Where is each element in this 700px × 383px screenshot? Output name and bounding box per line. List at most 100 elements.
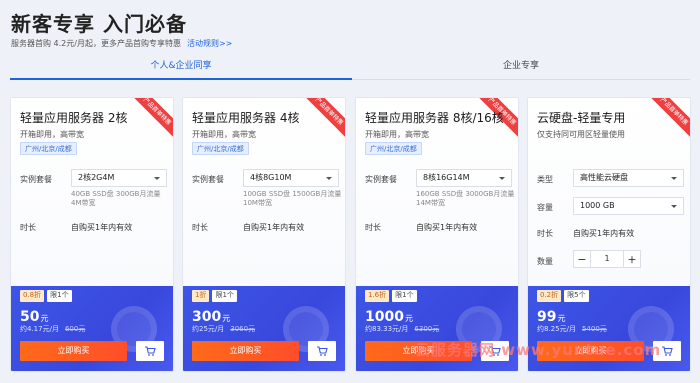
discount-badge: 1折: [192, 290, 210, 302]
discount-badge: 1.6折: [365, 290, 390, 302]
increment-button[interactable]: +: [623, 250, 641, 268]
card-desc: 仅支持同可用区轻量使用: [537, 130, 625, 139]
limit-badge: 限1个: [392, 290, 417, 302]
chevron-down-icon: [671, 205, 677, 208]
duration-label: 时长: [20, 223, 36, 232]
type-select-value: 高性能云硬盘: [580, 173, 628, 182]
price: 1000元: [365, 306, 413, 325]
spec-note: 100GB SSD盘 1500GB月流量 10M带宽: [243, 190, 342, 207]
spec-note: 160GB SSD盘 3000GB月流量 14M带宽: [416, 190, 515, 207]
package-select-value: 2核2G4M: [78, 173, 115, 182]
monthly-price: 约4.17元/月: [20, 325, 59, 333]
duration-value: 自购买1年内有效: [416, 223, 478, 232]
region-tag: 广州/北京/成都: [20, 142, 77, 155]
quantity-stepper: − 1 +: [573, 250, 641, 268]
price-sub: 约25元/月 3060元: [192, 324, 255, 334]
price-unit: 元: [222, 314, 231, 323]
product-cards: 产品首单特惠 轻量应用服务器 2核 开箱即用，高带宽 广州/北京/成都 实例套餐…: [10, 97, 691, 377]
subtitle: 服务器首购 4.2元/月起，更多产品首购专享特惠 活动规则>>: [11, 38, 232, 49]
duration-label: 时长: [537, 229, 553, 238]
price-panel: 1折 限1个 300元 约25元/月 3060元 立即购买: [183, 286, 345, 371]
duration-label: 时长: [365, 223, 381, 232]
chevron-down-icon: [671, 177, 677, 180]
buy-button[interactable]: 立即购买: [20, 341, 127, 361]
decrement-button[interactable]: −: [573, 250, 591, 268]
cart-icon: [662, 346, 673, 356]
rules-link[interactable]: 活动规则>>: [187, 39, 232, 48]
package-select-value: 4核8G10M: [250, 173, 292, 182]
price-panel: 0.8折 限1个 50元 约4.17元/月 600元 立即购买: [11, 286, 173, 371]
price-value: 1000: [365, 309, 404, 325]
monthly-price: 约25元/月: [192, 325, 225, 333]
monthly-price: 约8.25元/月: [537, 325, 576, 333]
type-label: 类型: [537, 175, 553, 184]
spec-note: 40GB SSD盘 300GB月流量 4M带宽: [71, 190, 161, 207]
price-value: 50: [20, 309, 40, 325]
card-title: 云硬盘-轻量专用: [537, 111, 626, 125]
capacity-select-value: 1000 GB: [580, 201, 615, 210]
original-price: 3060元: [230, 325, 256, 333]
card-title: 轻量应用服务器 4核: [192, 111, 300, 125]
price-unit: 元: [40, 314, 49, 323]
monthly-price: 约83.33元/月: [365, 325, 409, 333]
region-tag: 广州/北京/成都: [365, 142, 422, 155]
limit-badge: 限5个: [564, 290, 589, 302]
price: 300元: [192, 306, 230, 325]
cart-button[interactable]: [308, 341, 336, 361]
subtitle-text: 服务器首购 4.2元/月起，更多产品首购专享特惠: [11, 39, 181, 48]
package-select[interactable]: 8核16G14M: [416, 169, 512, 187]
card-title: 轻量应用服务器 2核: [20, 111, 128, 125]
price-sub: 约8.25元/月 5400元: [537, 324, 607, 334]
capacity-select[interactable]: 1000 GB: [573, 197, 684, 215]
chevron-down-icon: [499, 177, 505, 180]
promo-ribbon: 产品首单特惠: [298, 98, 345, 142]
product-card: 产品首单特惠 云硬盘-轻量专用 仅支持同可用区轻量使用 类型 高性能云硬盘 容量…: [527, 97, 691, 372]
cart-button[interactable]: [136, 341, 164, 361]
package-select-value: 8核16G14M: [423, 173, 470, 182]
type-select[interactable]: 高性能云硬盘: [573, 169, 684, 187]
package-label: 实例套餐: [192, 175, 224, 184]
watermark: 云服务器网 www.yuntue.com: [415, 341, 662, 359]
buy-button[interactable]: 立即购买: [192, 341, 299, 361]
cart-icon: [145, 346, 156, 356]
promo-ribbon: 产品首单特惠: [126, 98, 173, 142]
price: 99元: [537, 306, 565, 325]
product-card: 产品首单特惠 轻量应用服务器 2核 开箱即用，高带宽 广州/北京/成都 实例套餐…: [10, 97, 174, 372]
price: 50元: [20, 306, 48, 325]
tab-personal-enterprise[interactable]: 个人&企业同享: [10, 54, 352, 80]
capacity-label: 容量: [537, 203, 553, 212]
price-sub: 约4.17元/月 600元: [20, 324, 85, 334]
tab-enterprise[interactable]: 企业专享: [352, 54, 690, 80]
quantity-label: 数量: [537, 257, 553, 266]
product-card: 产品首单特惠 轻量应用服务器 8核/16核 开箱即用，高带宽 广州/北京/成都 …: [355, 97, 519, 372]
price-sub: 约83.33元/月 6300元: [365, 324, 439, 334]
cart-icon: [317, 346, 328, 356]
chevron-down-icon: [154, 177, 160, 180]
price-value: 99: [537, 309, 557, 325]
package-select[interactable]: 4核8G10M: [243, 169, 339, 187]
badges: 0.8折 限1个: [20, 290, 72, 302]
promo-ribbon: 产品首单特惠: [643, 98, 690, 142]
quantity-value[interactable]: 1: [591, 250, 623, 268]
chevron-down-icon: [326, 177, 332, 180]
duration-value: 自购买1年内有效: [71, 223, 133, 232]
price-unit: 元: [557, 314, 566, 323]
package-label: 实例套餐: [365, 175, 397, 184]
badges: 1折 限1个: [192, 290, 237, 302]
package-label: 实例套餐: [20, 175, 52, 184]
tab-bar: 个人&企业同享 企业专享: [10, 54, 690, 80]
package-select[interactable]: 2核2G4M: [71, 169, 167, 187]
discount-badge: 0.2折: [537, 290, 562, 302]
badges: 0.2折 限5个: [537, 290, 589, 302]
original-price: 5400元: [581, 325, 607, 333]
original-price: 6300元: [414, 325, 440, 333]
card-title: 轻量应用服务器 8核/16核: [365, 111, 504, 125]
limit-badge: 限1个: [212, 290, 237, 302]
duration-label: 时长: [192, 223, 208, 232]
duration-value: 自购买1年内有效: [243, 223, 305, 232]
card-desc: 开箱即用，高带宽: [20, 130, 84, 139]
product-card: 产品首单特惠 轻量应用服务器 4核 开箱即用，高带宽 广州/北京/成都 实例套餐…: [182, 97, 346, 372]
page-title: 新客专享 入门必备: [11, 12, 187, 36]
limit-badge: 限1个: [47, 290, 72, 302]
price-unit: 元: [404, 314, 413, 323]
